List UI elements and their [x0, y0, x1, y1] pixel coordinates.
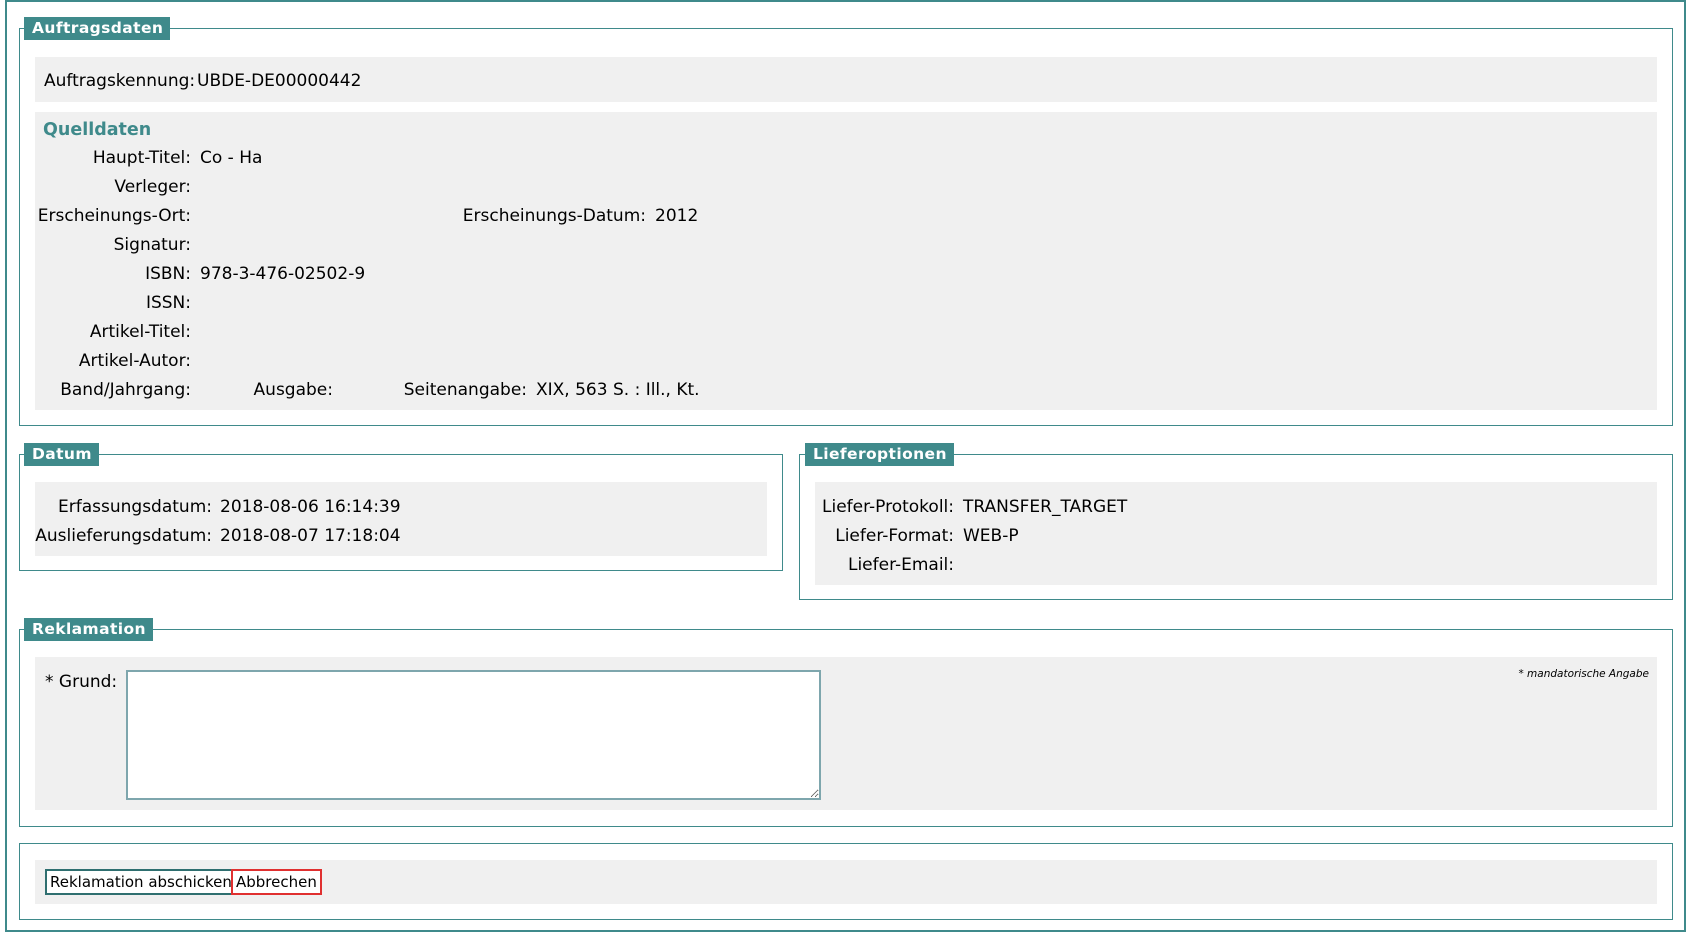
seitenangabe-value: XIX, 563 S. : Ill., Kt. [536, 380, 700, 400]
issn-label: ISSN: [145, 293, 191, 313]
haupt-titel-value: Co - Ha [200, 148, 263, 168]
artikel-titel-label: Artikel-Titel: [89, 322, 191, 342]
mandatory-note: * mandatorische Angabe [1518, 668, 1649, 680]
haupt-titel-label: Haupt-Titel: [92, 148, 191, 168]
artikel-autor-label: Artikel-Autor: [78, 351, 191, 371]
quelldaten-title: Quelldaten [43, 120, 152, 140]
auslieferungsdatum-label: Auslieferungsdatum: [35, 526, 212, 546]
erfassungsdatum-value: 2018-08-06 16:14:39 [220, 497, 401, 517]
auftragskennung-label: Auftragskennung: [44, 71, 196, 91]
reklamation-legend: Reklamation [24, 618, 153, 641]
isbn-value: 978-3-476-02502-9 [200, 264, 366, 284]
auftragsdaten-legend: Auftragsdaten [24, 17, 171, 40]
liefer-protokoll-value: TRANSFER_TARGET [963, 497, 1128, 517]
cancel-button[interactable]: Abbrechen [231, 869, 322, 895]
liefer-format-value: WEB-P [963, 526, 1019, 546]
verleger-label: Verleger: [114, 177, 191, 197]
erscheinungs-ort-label: Erscheinungs-Ort: [37, 206, 191, 226]
erfassungsdatum-label: Erfassungsdatum: [58, 497, 212, 517]
auftragskennung-value: UBDE-DE00000442 [197, 71, 362, 91]
lieferoptionen-legend: Lieferoptionen [805, 443, 954, 466]
submit-reklamation-button[interactable]: Reklamation abschicken [45, 869, 237, 895]
ausgabe-label: Ausgabe: [253, 380, 333, 400]
quelldaten-panel [35, 112, 1657, 410]
grund-textarea[interactable] [126, 670, 821, 800]
auslieferungsdatum-value: 2018-08-07 17:18:04 [220, 526, 401, 546]
erscheinungs-datum-label: Erscheinungs-Datum: [462, 206, 646, 226]
liefer-format-label: Liefer-Format: [835, 526, 954, 546]
erscheinungs-datum-value: 2012 [655, 206, 699, 226]
liefer-email-label: Liefer-Email: [847, 555, 954, 575]
datum-legend: Datum [24, 443, 99, 466]
band-label: Band/Jahrgang: [60, 380, 191, 400]
signatur-label: Signatur: [113, 235, 191, 255]
isbn-label: ISBN: [145, 264, 191, 284]
liefer-protokoll-label: Liefer-Protokoll: [822, 497, 954, 517]
grund-label: * Grund: [45, 672, 118, 692]
seitenangabe-label: Seitenangabe: [403, 380, 527, 400]
